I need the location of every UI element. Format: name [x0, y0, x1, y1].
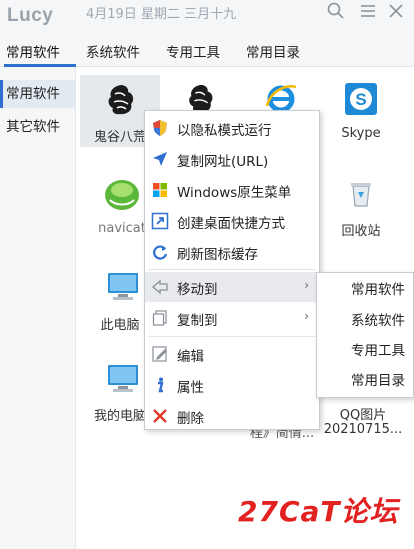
computer-icon[interactable]: [104, 362, 142, 396]
watermark: 27CaT论坛: [238, 490, 408, 530]
menu-item-label: 复制到: [177, 313, 218, 329]
navigate-icon: [153, 152, 167, 166]
tab-common-directories[interactable]: 常用目录: [246, 41, 300, 61]
navicat-icon[interactable]: [102, 176, 142, 212]
svg-text:S: S: [355, 90, 366, 109]
refresh-icon: [153, 245, 168, 260]
windows-icon: [153, 183, 167, 197]
menu-item-edit[interactable]: 编辑: [145, 339, 319, 369]
date-display: 4月19日 星期二 三月十九: [86, 7, 237, 22]
shortcut-icon: [151, 212, 169, 230]
menu-item-delete[interactable]: 删除: [145, 401, 319, 431]
menu-item-copy-url[interactable]: 复制网址(URL): [145, 144, 319, 174]
dragon-icon[interactable]: [103, 82, 139, 118]
close-icon[interactable]: [386, 1, 406, 21]
move-icon: [152, 279, 168, 295]
tab-system-software[interactable]: 系统软件: [86, 41, 140, 61]
tab-special-tools[interactable]: 专用工具: [166, 41, 220, 61]
menu-separator: [149, 336, 315, 337]
submenu-item-common-software[interactable]: 常用软件: [317, 275, 413, 305]
sidebar: 常用软件 其它软件: [0, 67, 76, 549]
menu-item-label: 创建桌面快捷方式: [177, 216, 285, 232]
submenu-item-common-directories[interactable]: 常用目录: [317, 366, 413, 396]
menu-item-refresh-cache[interactable]: 刷新图标缓存: [145, 237, 319, 267]
app-label-recycle-bin: 回收站: [341, 224, 381, 239]
menu-item-label: 复制网址(URL): [177, 154, 269, 170]
menu-item-label: 删除: [177, 411, 204, 427]
menu-item-label: Windows原生菜单: [177, 185, 292, 201]
menu-item-private-run[interactable]: 以隐私模式运行: [145, 113, 319, 143]
menu-separator: [149, 269, 315, 270]
app-label-skype: Skype: [341, 126, 381, 141]
edit-icon: [152, 346, 167, 362]
watermark-text: 27CaT论坛: [238, 495, 399, 528]
app-title: Lucy: [7, 5, 54, 26]
sidebar-item-common-software[interactable]: 常用软件: [0, 80, 75, 108]
menu-item-label: 编辑: [177, 349, 204, 365]
menu-item-move-to[interactable]: 移动到 ›: [145, 272, 319, 302]
search-icon[interactable]: [326, 1, 346, 21]
menu-item-label: 移动到: [177, 282, 218, 298]
submenu-item-system-software[interactable]: 系统软件: [317, 306, 413, 336]
menu-item-label: 属性: [177, 380, 204, 396]
title-bar: Lucy 4月19日 星期二 三月十九: [0, 0, 414, 34]
chevron-right-icon: ›: [304, 278, 309, 292]
delete-icon: [153, 409, 167, 423]
recycle-bin-icon[interactable]: [345, 178, 377, 210]
chevron-right-icon: ›: [304, 309, 309, 323]
menu-item-copy-to[interactable]: 复制到 ›: [145, 303, 319, 333]
menu-item-label: 以隐私模式运行: [177, 123, 272, 139]
sidebar-item-other-software[interactable]: 其它软件: [0, 113, 75, 141]
app-label-qq-image: QQ图片: [339, 408, 387, 423]
tab-common-software[interactable]: 常用软件: [6, 41, 60, 61]
menu-item-label: 刷新图标缓存: [177, 247, 258, 263]
menu-item-windows-menu[interactable]: Windows原生菜单: [145, 175, 319, 205]
app-label-qq-image-date: 20210715...: [323, 422, 403, 437]
menu-item-create-shortcut[interactable]: 创建桌面快捷方式: [145, 206, 319, 236]
computer-icon[interactable]: [104, 270, 142, 304]
menu-icon[interactable]: [358, 1, 378, 21]
info-icon: [158, 377, 164, 393]
menu-item-properties[interactable]: 属性: [145, 370, 319, 400]
shield-icon: [153, 120, 167, 136]
skype-icon[interactable]: S: [343, 81, 379, 117]
move-to-submenu: 常用软件 系统软件 专用工具 常用目录: [316, 272, 414, 398]
context-menu: 以隐私模式运行 复制网址(URL) Windows原生菜单 创建桌面快捷方式 刷…: [144, 110, 320, 430]
copy-icon: [152, 310, 167, 326]
tab-bar: 常用软件 系统软件 专用工具 常用目录: [0, 34, 414, 67]
submenu-item-special-tools[interactable]: 专用工具: [317, 336, 413, 366]
